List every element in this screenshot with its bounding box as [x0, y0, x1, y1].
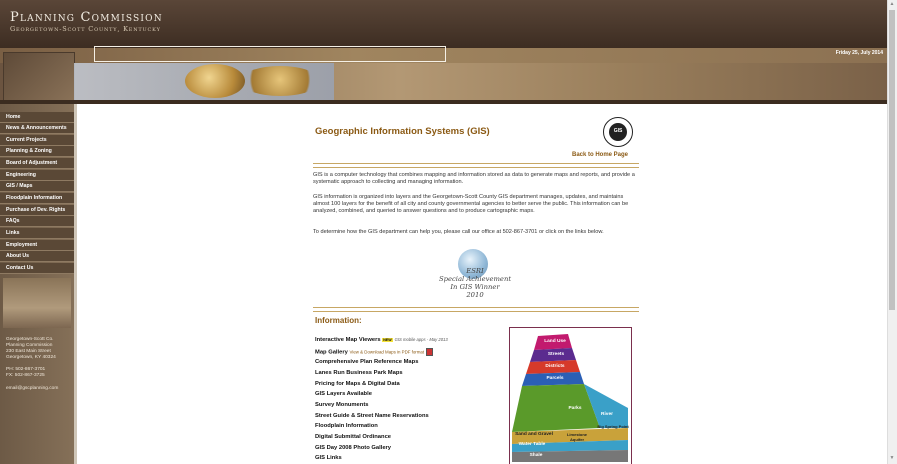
nav-links[interactable]: Links — [0, 228, 74, 239]
link-pricing[interactable]: Pricing for Maps & Digital Data — [315, 381, 400, 387]
nav-contact-us[interactable]: Contact Us — [0, 263, 74, 274]
search-input[interactable] — [94, 46, 446, 62]
label-limestone: Limestone Aquifer — [566, 432, 587, 442]
gis-layers-pyramid-image[interactable]: Land Use Streets Districts Parcels Parks… — [509, 327, 632, 464]
link-gis-links[interactable]: GIS Links — [315, 455, 342, 461]
award-year: 2010 — [466, 291, 484, 299]
nav-engineering[interactable]: Engineering — [0, 170, 74, 181]
link-digital-submittal[interactable]: Digital Submittal Ordinance — [315, 434, 391, 440]
sidebar-building-photo — [3, 278, 71, 328]
label-shale: Shale — [529, 453, 543, 458]
intro-paragraph: GIS is a computer technology that combin… — [313, 172, 635, 185]
award-special: Special Achievement — [438, 275, 512, 283]
nav-floodplain[interactable]: Floodplain Information — [0, 193, 74, 204]
nav-planning-zoning[interactable]: Planning & Zoning — [0, 146, 74, 157]
banner-divider — [0, 100, 887, 104]
nav-employment[interactable]: Employment — [0, 240, 74, 251]
gis-logo: GIS — [603, 117, 633, 147]
compass-image — [185, 64, 245, 98]
scroll-up-icon[interactable]: ▲ — [889, 1, 895, 7]
sidebar-edge — [74, 104, 77, 464]
link-interactive-map-viewers[interactable]: Interactive Map Viewers NEW GIS mobile ap… — [315, 337, 448, 343]
link-gis-day[interactable]: GIS Day 2008 Photo Gallery — [315, 445, 391, 451]
information-heading: Information: — [315, 316, 362, 325]
nav-purchase-dev-rights[interactable]: Purchase of Dev. Rights — [0, 205, 74, 216]
label-big-spring: Big Spring Point — [597, 424, 629, 429]
award-text: ESRI Special Achievement In GIS Winner 2… — [430, 267, 520, 299]
contact-fax: FX: 502-867-3725 — [6, 373, 45, 378]
page: Planning Commission Georgetown-Scott Cou… — [0, 0, 887, 464]
link-map-gallery[interactable]: Map Gallery View & Download Maps in PDF … — [315, 348, 433, 356]
nav-about-us[interactable]: About Us — [0, 251, 74, 262]
scroll-thumb[interactable] — [889, 10, 895, 310]
link-label[interactable]: Interactive Map Viewers — [315, 337, 381, 343]
nav-news[interactable]: News & Announcements — [0, 123, 74, 134]
link-gis-layers[interactable]: GIS Layers Available — [315, 391, 372, 397]
nav-faqs[interactable]: FAQs — [0, 216, 74, 227]
nav-gis-maps[interactable]: GIS / Maps — [0, 181, 74, 192]
current-date: Friday 25, July 2014 — [835, 50, 883, 56]
compass-lid-image — [240, 66, 320, 96]
award-esri: ESRI — [466, 267, 484, 275]
label-sand-gravel: Sand and Gravel — [515, 432, 553, 437]
link-floodplain[interactable]: Floodplain Information — [315, 423, 378, 429]
award-winner: In GIS Winner — [450, 283, 500, 291]
esri-award: ESRI Special Achievement In GIS Winner 2… — [430, 249, 520, 301]
pdf-icon — [425, 348, 433, 356]
link-street-guide[interactable]: Street Guide & Street Name Reservations — [315, 413, 429, 419]
banner-photo — [3, 52, 75, 102]
divider — [313, 163, 639, 168]
link-label[interactable]: Map Gallery — [315, 350, 348, 356]
divider — [313, 307, 639, 312]
site-header: Planning Commission Georgetown-Scott Cou… — [0, 0, 887, 48]
scroll-down-icon[interactable]: ▼ — [889, 455, 895, 461]
label-river: River — [601, 412, 613, 417]
page-title: Geographic Information Systems (GIS) — [315, 126, 490, 137]
contact-paragraph: To determine how the GIS department can … — [313, 229, 604, 235]
new-badge: NEW — [382, 338, 393, 342]
nav-board-of-adjustment[interactable]: Board of Adjustment — [0, 158, 74, 169]
nav-current-projects[interactable]: Current Projects — [0, 135, 74, 146]
label-streets: Streets — [547, 352, 565, 357]
back-to-home-link[interactable]: Back to Home Page — [572, 152, 628, 158]
link-lanes-run[interactable]: Lanes Run Business Park Maps — [315, 370, 403, 376]
nav-home[interactable]: Home — [0, 112, 74, 123]
label-parcels: Parcels — [546, 376, 564, 381]
contact-line4: Georgetown, KY 40324 — [6, 355, 56, 360]
contact-email[interactable]: email@gscplanning.com — [6, 386, 58, 392]
site-title[interactable]: Planning Commission — [10, 10, 163, 25]
link-comprehensive-plan[interactable]: Comprehensive Plan Reference Maps — [315, 359, 418, 365]
site-subtitle: Georgetown-Scott County, Kentucky — [10, 25, 161, 33]
link-survey-monuments[interactable]: Survey Monuments — [315, 402, 368, 408]
layers-paragraph: GIS information is organized into layers… — [313, 194, 629, 214]
gis-logo-text: GIS — [613, 128, 623, 134]
label-districts: Districts — [545, 364, 565, 369]
label-water-table: Water Table — [518, 442, 546, 447]
label-land-use: Land Use — [544, 339, 566, 344]
link-note: GIS mobile apps - May 2013 — [394, 337, 448, 342]
label-parks: Parks — [568, 406, 582, 411]
link-note[interactable]: View & Download Maps in PDF format — [350, 350, 425, 355]
